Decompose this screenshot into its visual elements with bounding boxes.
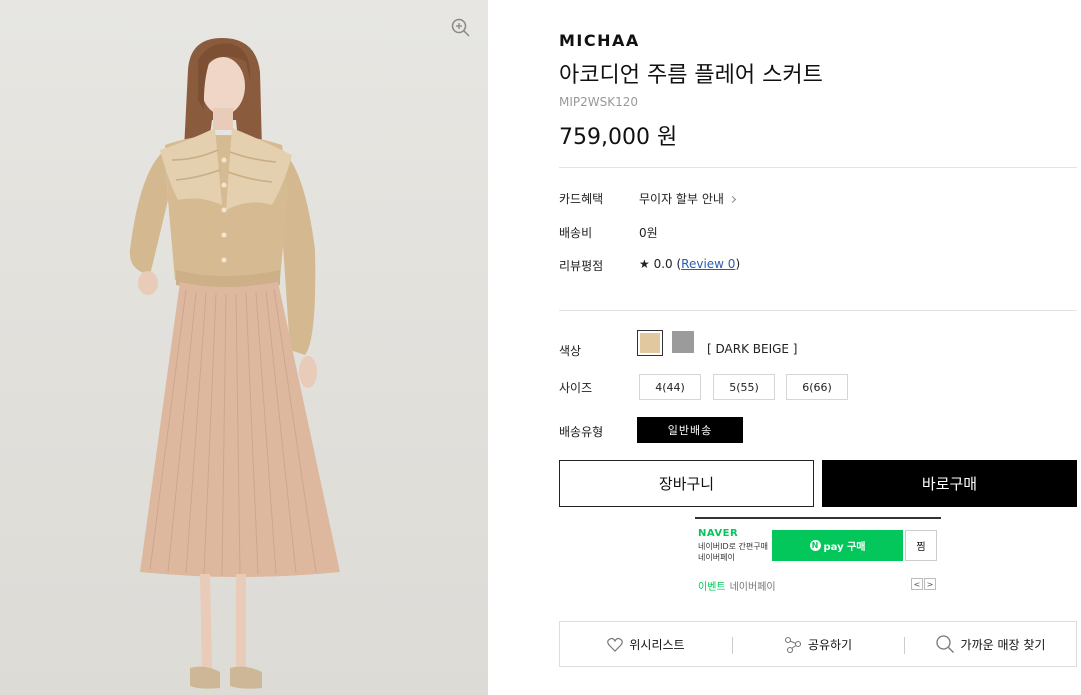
review-rating-value: ★ 0.0 (Review 0)	[639, 257, 740, 271]
event-text: 네이버페이	[729, 582, 776, 593]
brand-name: MICHAA	[559, 31, 640, 50]
rating-score: ★ 0.0	[639, 257, 673, 271]
naver-pay-desc-line1: 네이버ID로 간편구매	[698, 542, 768, 551]
divider	[559, 167, 1077, 168]
product-action-bar: 위시리스트 공유하기 가까운 매장 찾기	[559, 621, 1077, 667]
event-prev-button[interactable]: <	[911, 578, 923, 590]
color-swatch-dark-beige[interactable]	[637, 330, 663, 356]
share-button[interactable]: 공유하기	[732, 622, 904, 666]
find-store-label: 가까운 매장 찾기	[960, 637, 1046, 652]
product-title: 아코디언 주름 플레어 스커트	[559, 63, 823, 88]
naver-pay-widget: NAVER 네이버ID로 간편구매 네이버페이 N pay 구매 찜 이벤트 네이…	[695, 517, 941, 593]
shipping-fee-label: 배송비	[559, 226, 593, 240]
review-count-link[interactable]: Review 0	[681, 257, 735, 271]
event-label: 이벤트	[698, 582, 726, 593]
share-icon	[784, 636, 801, 653]
heart-icon	[607, 637, 624, 652]
product-image[interactable]	[0, 0, 488, 695]
selected-color-name: [ DARK BEIGE ]	[707, 342, 798, 356]
size-option-55[interactable]: 5(55)	[713, 374, 775, 400]
product-price: 759,000 원	[559, 125, 678, 150]
add-to-cart-button[interactable]: 장바구니	[559, 460, 814, 507]
delivery-option-standard[interactable]: 일반배송	[637, 417, 743, 443]
zoom-in-icon[interactable]	[450, 17, 472, 39]
installment-info-link[interactable]: 무이자 할부 안내	[639, 190, 736, 207]
naver-pay-event: 이벤트 네이버페이	[698, 578, 776, 593]
swatch-fill	[672, 331, 694, 353]
size-option-66[interactable]: 6(66)	[786, 374, 848, 400]
share-label: 공유하기	[807, 637, 853, 652]
naver-logo: NAVER	[698, 528, 739, 539]
chevron-right-icon	[728, 195, 736, 204]
wishlist-label: 위시리스트	[629, 637, 685, 652]
shipping-fee-value: 0원	[639, 226, 658, 240]
swatch-fill	[640, 333, 660, 353]
card-benefit-label: 카드혜택	[559, 192, 604, 206]
product-info-panel: MICHAA 아코디언 주름 플레어 스커트 MIP2WSK120 759,00…	[559, 0, 1077, 695]
buy-now-button[interactable]: 바로구매	[822, 460, 1077, 507]
naver-n-icon: N	[809, 540, 821, 551]
installment-info-text: 무이자 할부 안내	[639, 192, 724, 206]
event-next-button[interactable]: >	[924, 578, 936, 590]
review-close-paren: )	[735, 257, 741, 271]
size-option-44[interactable]: 4(44)	[639, 374, 701, 400]
find-store-button[interactable]: 가까운 매장 찾기	[904, 622, 1076, 666]
naver-pay-buy-label: pay 구매	[823, 542, 866, 553]
color-swatch-gray[interactable]	[672, 331, 694, 353]
naver-zzim-button[interactable]: 찜	[905, 530, 937, 561]
product-sku: MIP2WSK120	[559, 95, 639, 109]
wishlist-button[interactable]: 위시리스트	[560, 622, 732, 666]
model-illustration	[129, 38, 340, 689]
naver-pay-desc-line2: 네이버페이	[698, 553, 735, 562]
divider	[559, 310, 1077, 311]
search-icon	[935, 635, 954, 653]
naver-pay-buy-button[interactable]: N pay 구매	[772, 530, 903, 561]
review-rating-label: 리뷰평점	[559, 259, 604, 273]
